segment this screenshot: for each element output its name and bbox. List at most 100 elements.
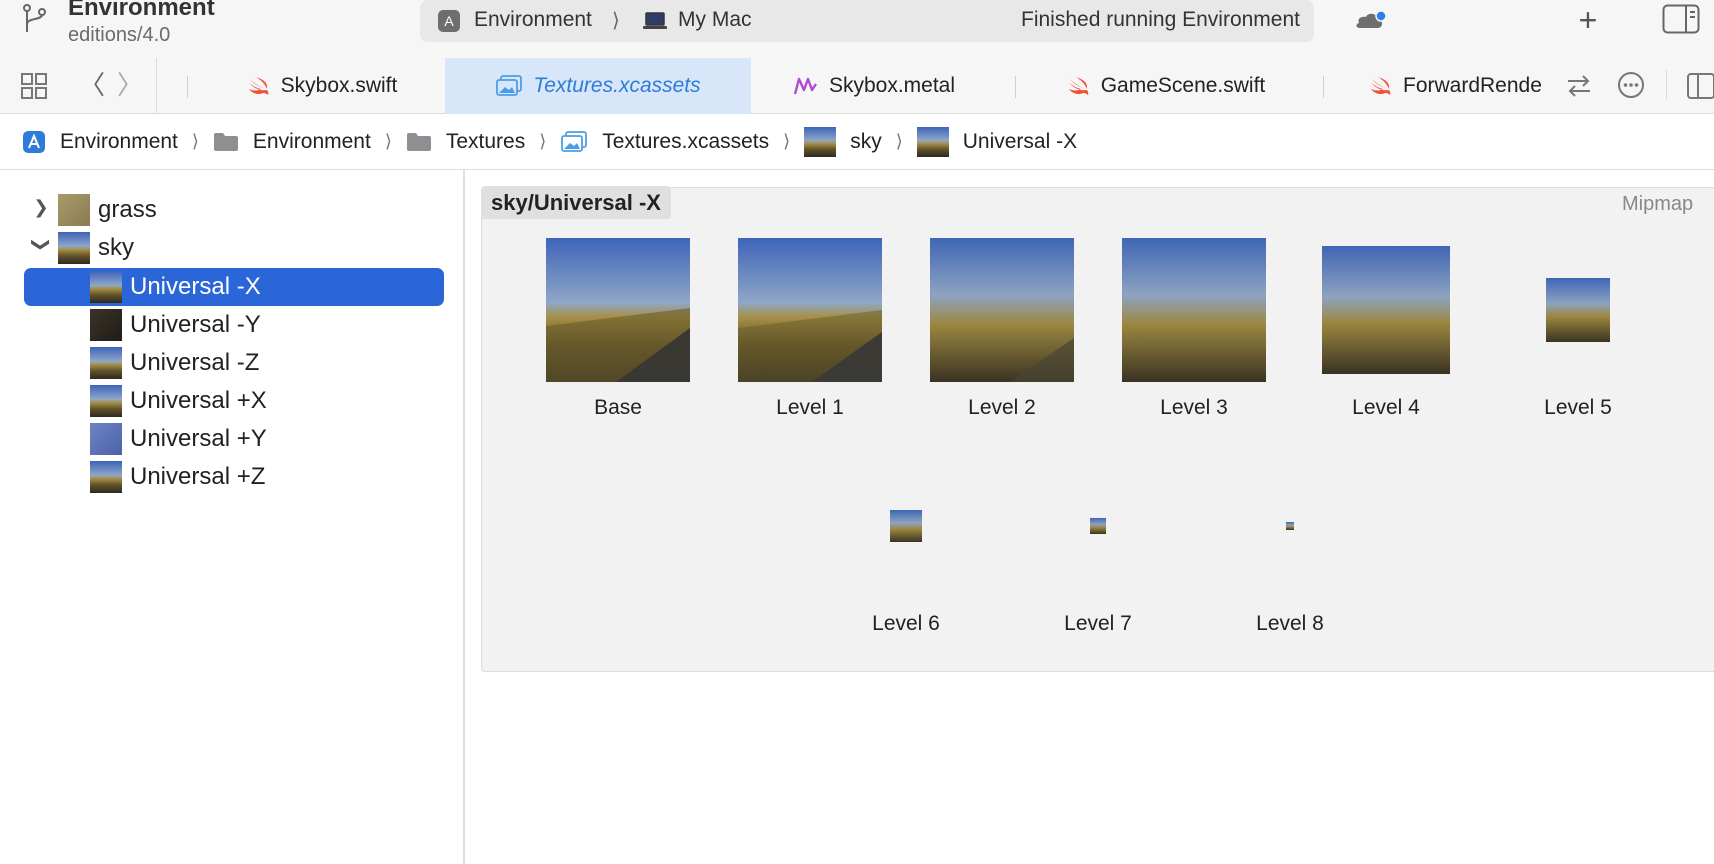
tab-label: Skybox.metal — [828, 74, 956, 97]
sky-thumbnail — [916, 126, 949, 157]
activity-viewer: A Environment ⟩ My Mac Finished running … — [420, 0, 1314, 42]
sidebar-item-label: Universal +X — [130, 387, 267, 414]
mip-level-label: Level 5 — [1544, 396, 1612, 419]
sidebar-item-universal-pos-x[interactable]: Universal +X — [90, 382, 267, 420]
app-scheme-icon: A — [438, 10, 460, 32]
inspector-toggle-icon[interactable] — [1662, 4, 1700, 34]
mip-level-label: Level 3 — [1160, 396, 1228, 419]
mip-level-5-image[interactable] — [1546, 278, 1610, 342]
activity-status: Finished running Environment — [1021, 8, 1300, 31]
sky-thumbnail — [90, 347, 122, 379]
swift-icon — [1068, 77, 1088, 95]
breadcrumb-label: Textures.xcassets — [602, 129, 770, 153]
chevron-right-icon[interactable]: ❯ — [31, 197, 51, 218]
breadcrumb-label: Universal -X — [962, 129, 1078, 153]
jump-bar: Environment ⟩ Environment ⟩ Textures ⟩ T… — [0, 114, 1714, 170]
tab-forwardrenderer-swift[interactable]: ForwardRende — [1369, 58, 1551, 114]
sky-thumbnail — [58, 232, 90, 264]
breadcrumb-asset-catalog[interactable]: Textures.xcassets — [560, 130, 769, 154]
breadcrumb-folder[interactable]: Textures — [406, 130, 525, 154]
sky-thumbnail — [804, 126, 837, 157]
branch-name[interactable]: editions/4.0 — [68, 24, 170, 47]
chevron-down-icon[interactable]: ❯ — [31, 235, 52, 255]
sidebar-item-universal-neg-y[interactable]: Universal -Y — [90, 306, 261, 344]
blue-sky-thumbnail — [90, 423, 122, 455]
sidebar-item-universal-neg-x[interactable]: Universal -X — [90, 268, 261, 306]
breadcrumb-label: Textures — [445, 129, 526, 153]
dark-ground-thumbnail — [90, 309, 122, 341]
asset-sidebar: ❯ grass ❯ sky Universal -X Universal -Y … — [0, 170, 465, 864]
sky-thumbnail — [90, 385, 122, 417]
toolbar-divider — [1666, 70, 1667, 100]
breadcrumb-texture-face[interactable]: Universal -X — [916, 126, 1078, 157]
swift-icon — [1371, 77, 1391, 95]
mip-level-8-image[interactable] — [1286, 522, 1294, 530]
back-button[interactable]: 〈 — [78, 70, 106, 100]
project-name[interactable]: Environment — [68, 0, 215, 22]
chevron-right-icon: ⟩ — [783, 131, 791, 151]
tab-textures-xcassets[interactable]: Textures.xcassets — [445, 58, 751, 114]
sky-thumbnail — [90, 271, 122, 303]
sidebar-item-label: grass — [98, 196, 157, 223]
folder-icon — [213, 132, 238, 151]
sidebar-item-label: Universal -Z — [130, 349, 260, 376]
breadcrumb-project[interactable]: Environment — [22, 130, 178, 154]
tab-label: Skybox.swift — [280, 74, 398, 97]
sky-thumbnail — [90, 461, 122, 493]
breadcrumb-group[interactable]: Environment — [213, 130, 371, 154]
tab-label: GameScene.swift — [1100, 74, 1266, 97]
sidebar-item-sky[interactable]: sky — [58, 229, 134, 267]
add-button[interactable]: + — [1572, 2, 1604, 38]
tab-skybox-metal[interactable]: Skybox.metal — [751, 58, 997, 114]
tab-strip: Skybox.swift Textures.xcassets Skybox.me… — [156, 58, 1551, 114]
sidebar-item-label: Universal +Z — [130, 463, 266, 490]
sidebar-item-label: Universal +Y — [130, 425, 267, 452]
forward-button[interactable]: 〉 — [116, 70, 144, 100]
sidebar-item-universal-neg-z[interactable]: Universal -Z — [90, 344, 259, 382]
sidebar-item-label: sky — [98, 234, 134, 261]
grass-thumbnail — [58, 194, 90, 226]
mip-level-1-image[interactable] — [738, 238, 882, 382]
breadcrumb-label: Environment — [252, 129, 371, 153]
tab-skybox-swift[interactable]: Skybox.swift — [187, 58, 457, 114]
chevron-right-icon: ⟩ — [895, 131, 903, 151]
grid-icon[interactable] — [20, 72, 48, 100]
laptop-icon — [643, 12, 667, 29]
tab-gamescene-swift[interactable]: GameScene.swift — [1015, 58, 1317, 114]
sidebar-item-universal-pos-y[interactable]: Universal +Y — [90, 420, 267, 458]
chevron-right-icon: ⟩ — [612, 10, 620, 32]
metal-icon — [793, 77, 817, 95]
asset-catalog-icon — [496, 75, 523, 96]
scheme-selector[interactable]: Environment — [474, 8, 592, 32]
app-project-icon — [23, 130, 45, 153]
swift-icon — [248, 77, 268, 95]
mip-level-2-image[interactable] — [930, 238, 1074, 382]
run-destination[interactable]: My Mac — [678, 8, 752, 32]
mip-level-3-image[interactable] — [1122, 238, 1266, 382]
swap-arrows-icon[interactable] — [1564, 72, 1594, 100]
window-toolbar: Environment editions/4.0 A Environment ⟩… — [0, 0, 1714, 58]
mip-level-label: Base — [594, 396, 642, 419]
breadcrumb-texture-set[interactable]: sky — [804, 126, 882, 157]
branch-icon — [23, 4, 46, 32]
mip-base-image[interactable] — [546, 238, 690, 382]
sidebar-item-universal-pos-z[interactable]: Universal +Z — [90, 458, 265, 496]
sidebar-item-grass[interactable]: grass — [58, 191, 157, 229]
mip-level-4-image[interactable] — [1322, 246, 1450, 374]
mip-level-7-image[interactable] — [1090, 518, 1106, 534]
more-options-icon[interactable] — [1616, 70, 1646, 100]
add-editor-icon[interactable] — [1686, 72, 1714, 100]
chevron-right-icon: ⟩ — [191, 131, 199, 151]
mip-level-label: Level 1 — [776, 396, 844, 419]
mip-level-label: Level 6 — [872, 612, 940, 635]
mip-level-label: Level 4 — [1352, 396, 1420, 419]
sidebar-item-label: Universal -X — [130, 273, 261, 300]
cloud-status-icon[interactable] — [1352, 8, 1388, 32]
tab-label: Textures.xcassets — [533, 74, 701, 97]
breadcrumb-label: Environment — [60, 129, 178, 153]
folder-icon — [406, 132, 431, 151]
mip-level-label: Level 8 — [1256, 612, 1324, 635]
tab-label: ForwardRende — [1403, 74, 1542, 97]
mip-level-label: Level 2 — [968, 396, 1036, 419]
mip-level-6-image[interactable] — [890, 510, 922, 542]
